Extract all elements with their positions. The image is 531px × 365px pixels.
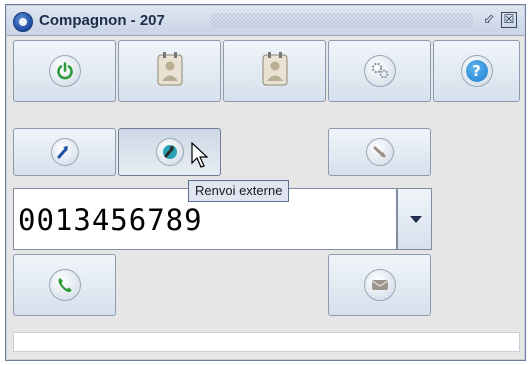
help-glyph: ?: [472, 61, 481, 80]
forward-internal-button[interactable]: [13, 128, 116, 176]
forward-external-icon: [155, 138, 184, 166]
help-icon: ?: [460, 55, 493, 87]
contact-card-icon: [261, 51, 289, 91]
power-icon: [48, 55, 81, 87]
message-button[interactable]: [328, 254, 431, 316]
app-window: Compagnon - 207 ⬃ ☒ ? Renvoi externe 001…: [5, 4, 526, 361]
phone-number-value: 0013456789: [18, 203, 203, 237]
envelope-icon: [363, 269, 396, 301]
contact-card-icon: [156, 51, 184, 91]
title-bar[interactable]: Compagnon - 207 ⬃ ☒: [7, 6, 524, 36]
transfer-icon: [365, 138, 394, 166]
tooltip: Renvoi externe: [188, 180, 290, 202]
gears-icon: [363, 55, 396, 87]
window-title: Compagnon - 207: [39, 12, 165, 29]
settings-button[interactable]: [328, 40, 431, 102]
power-button[interactable]: [13, 40, 116, 102]
restore-window-icon[interactable]: ⬃: [481, 12, 497, 28]
phone-icon: [48, 269, 81, 301]
number-dropdown-button[interactable]: [397, 188, 432, 250]
transfer-button[interactable]: [328, 128, 431, 176]
call-button[interactable]: [13, 254, 116, 316]
main-panel: ? Renvoi externe 0013456789: [13, 40, 520, 356]
mouse-cursor-icon: [191, 142, 209, 168]
help-button[interactable]: ?: [433, 40, 520, 102]
close-window-icon[interactable]: ☒: [501, 12, 517, 28]
title-bar-grip: [211, 13, 473, 28]
contact-card-button-2[interactable]: [223, 40, 326, 102]
forward-icon: [50, 138, 79, 166]
app-logo-icon: [13, 12, 33, 32]
contact-card-button-1[interactable]: [118, 40, 221, 102]
status-bar: [13, 332, 520, 352]
